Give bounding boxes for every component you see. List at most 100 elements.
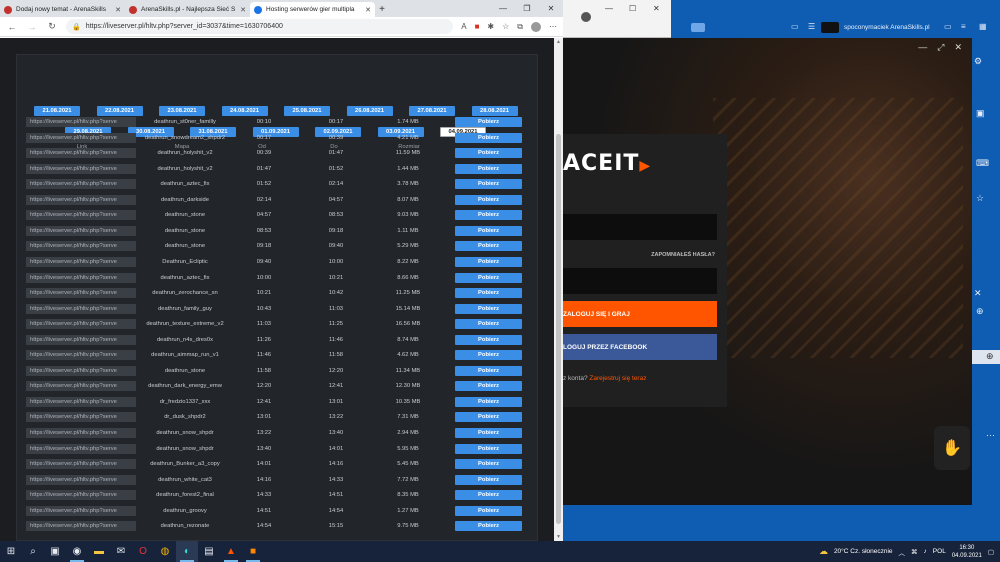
minimize-icon[interactable]: —: [918, 42, 927, 53]
download-button[interactable]: Pobierz: [455, 365, 522, 376]
collections-icon[interactable]: ⧉: [517, 22, 523, 32]
maximize-icon[interactable]: ☐: [629, 4, 636, 13]
date-button[interactable]: 22.08.2021: [96, 106, 143, 116]
download-button[interactable]: Pobierz: [455, 117, 522, 127]
download-button[interactable]: Pobierz: [455, 319, 522, 330]
date-button[interactable]: 27.08.2021: [409, 106, 455, 116]
extension-puzzle-icon[interactable]: ✱: [487, 22, 494, 31]
chrome-icon[interactable]: ◍: [154, 541, 176, 562]
download-button[interactable]: Pobierz: [455, 412, 522, 423]
date-button[interactable]: 23.08.2021: [159, 106, 205, 116]
download-button[interactable]: Pobierz: [455, 521, 522, 532]
download-button[interactable]: Pobierz: [455, 163, 522, 174]
add-icon[interactable]: ⊕: [986, 351, 994, 362]
network-icon[interactable]: ⌘: [911, 548, 918, 556]
download-button[interactable]: Pobierz: [455, 288, 522, 299]
download-button[interactable]: Pobierz: [455, 490, 522, 501]
facebook-login-button[interactable]: LOGUJ PRZEZ FACEBOOK: [563, 334, 717, 360]
expand-icon[interactable]: ⤢: [937, 42, 944, 53]
download-button[interactable]: Pobierz: [455, 272, 522, 283]
download-button[interactable]: Pobierz: [455, 428, 522, 438]
close-window-icon[interactable]: ✕: [653, 4, 660, 13]
download-button[interactable]: Pobierz: [455, 210, 522, 221]
date-button[interactable]: 24.08.2021: [221, 106, 268, 116]
browser-tab-2[interactable]: ArenaSkills.pl - Najlepsza Sieć S ✕: [125, 2, 250, 17]
download-button[interactable]: Pobierz: [455, 179, 522, 190]
download-button[interactable]: Pobierz: [455, 381, 522, 392]
close-tab-icon[interactable]: ✕: [240, 6, 246, 14]
download-button[interactable]: Pobierz: [455, 396, 522, 407]
minimize-icon[interactable]: —: [605, 4, 613, 13]
grid-icon[interactable]: ▣: [976, 108, 985, 119]
user-avatar[interactable]: [821, 22, 839, 33]
download-button[interactable]: Pobierz: [455, 256, 522, 267]
anticheat-icon[interactable]: ■: [242, 541, 264, 562]
chat-widget[interactable]: ✋: [934, 426, 970, 470]
signup-link[interactable]: Zarejestruj się teraz: [589, 375, 646, 382]
extension-icon[interactable]: ■: [475, 22, 480, 31]
close-window-icon[interactable]: ✕: [539, 0, 563, 17]
download-button[interactable]: Pobierz: [455, 443, 522, 454]
search-icon[interactable]: ⌕: [22, 541, 44, 562]
more-menu-icon[interactable]: ⋯: [549, 22, 557, 31]
date-button[interactable]: 28.08.2021: [471, 106, 518, 116]
settings-icon[interactable]: ⚙: [974, 56, 982, 67]
grid-icon[interactable]: ▦: [979, 22, 987, 31]
more-icon[interactable]: ⋯: [986, 430, 995, 441]
read-aloud-icon[interactable]: A: [461, 22, 466, 31]
download-button[interactable]: Pobierz: [455, 194, 522, 205]
address-bar[interactable]: 🔒 https://liveserver.pl/hltv.php?server_…: [66, 19, 454, 34]
task-view-icon[interactable]: ▣: [44, 541, 66, 562]
date-button[interactable]: 25.08.2021: [284, 106, 330, 116]
download-button[interactable]: Pobierz: [455, 148, 522, 159]
minimize-icon[interactable]: —: [491, 0, 515, 17]
friends-icon[interactable]: ☰: [808, 22, 815, 31]
mail-icon[interactable]: ✉: [110, 541, 132, 562]
download-button[interactable]: Pobierz: [455, 303, 522, 314]
notifications-icon[interactable]: ▢: [988, 548, 994, 556]
close-icon[interactable]: ✕: [974, 288, 982, 299]
monitor-icon[interactable]: ▭: [791, 22, 799, 31]
add-icon[interactable]: ⊕: [976, 306, 984, 317]
tray-chevron-icon[interactable]: ︿: [899, 547, 906, 557]
forgot-password-link[interactable]: ZAPOMNIAŁEŚ HASŁA?: [651, 252, 715, 258]
forward-icon[interactable]: →: [26, 22, 38, 32]
volume-icon[interactable]: ♪: [924, 548, 927, 555]
back-icon[interactable]: ←: [6, 22, 18, 32]
download-button[interactable]: Pobierz: [455, 132, 522, 143]
date-button[interactable]: 21.08.2021: [34, 106, 80, 116]
steam-icon[interactable]: ◉: [66, 541, 88, 562]
page-scrollbar[interactable]: ▲ ▼: [554, 38, 563, 541]
faceit-taskbar-icon[interactable]: ▲: [220, 541, 242, 562]
file-explorer-icon[interactable]: ▬: [88, 541, 110, 562]
profile-avatar[interactable]: [531, 21, 541, 32]
browser-tab-1[interactable]: Dodaj nowy temat - ArenaSkills ✕: [0, 2, 125, 48]
weather-text[interactable]: 20°C Cz. słonecznie: [834, 548, 893, 555]
scrollbar-thumb[interactable]: [556, 134, 561, 524]
language-indicator[interactable]: POL: [933, 548, 946, 555]
weather-icon[interactable]: ☁: [819, 546, 828, 557]
keyboard-icon[interactable]: ⌨: [976, 158, 989, 169]
close-icon[interactable]: ✕: [954, 42, 962, 53]
screen-icon[interactable]: ▭: [944, 22, 952, 31]
store-icon[interactable]: ▤: [198, 541, 220, 562]
scroll-up-icon[interactable]: ▲: [554, 39, 563, 45]
close-tab-icon[interactable]: ✕: [115, 6, 121, 14]
download-button[interactable]: Pobierz: [455, 474, 522, 485]
clock[interactable]: 16:30 04.09.2021: [952, 544, 982, 560]
maximize-icon[interactable]: ❐: [515, 0, 539, 17]
settings-icon[interactable]: ≡: [961, 22, 966, 31]
date-button[interactable]: 26.08.2021: [346, 106, 393, 116]
browser-tab-3[interactable]: Hosting serwerów gier multipla ✕: [250, 2, 375, 17]
notification-icon[interactable]: [691, 23, 705, 32]
download-button[interactable]: Pobierz: [455, 505, 522, 516]
login-button[interactable]: ZALOGUJ SIĘ I GRAJ: [563, 301, 717, 327]
star-icon[interactable]: ☆: [976, 193, 984, 204]
new-tab-button[interactable]: +: [375, 2, 389, 17]
start-button[interactable]: ⊞: [0, 541, 22, 562]
password-field[interactable]: [563, 268, 717, 294]
favorites-icon[interactable]: ☆: [502, 22, 509, 31]
email-field[interactable]: [563, 214, 717, 240]
download-button[interactable]: Pobierz: [455, 241, 522, 252]
opera-icon[interactable]: O: [132, 541, 154, 562]
